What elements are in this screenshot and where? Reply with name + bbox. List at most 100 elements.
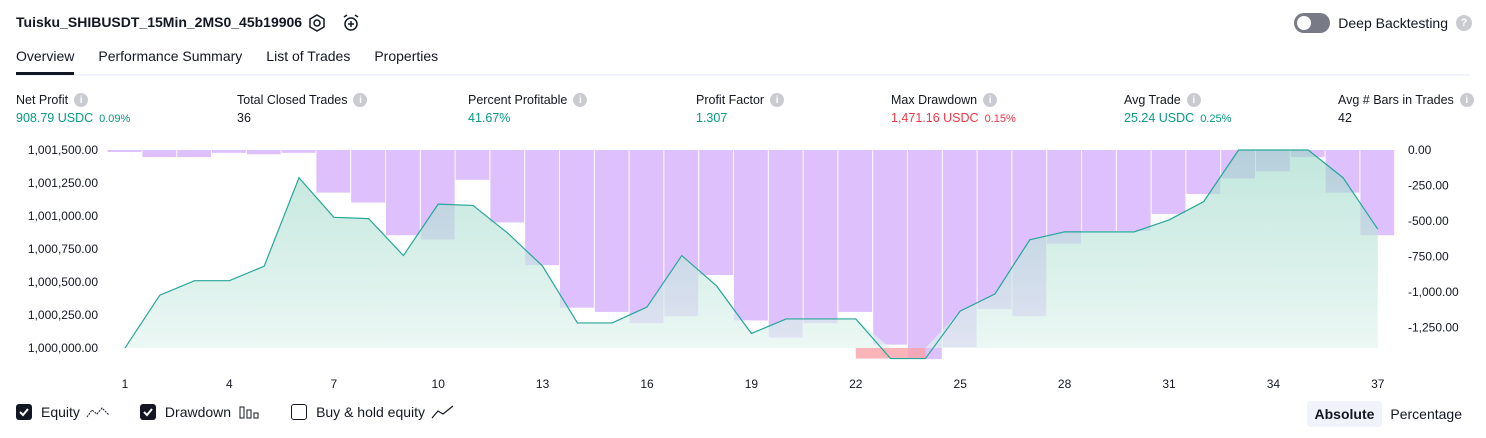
metric-percent: 0.25% bbox=[1200, 113, 1232, 125]
metric-value: 41.67% bbox=[468, 111, 511, 125]
drawdown-bar bbox=[177, 150, 211, 158]
strategy-title: Tuisku_SHIBUSDT_15Min_2MS0_45b19906 bbox=[16, 14, 303, 30]
deep-backtesting-label: Deep Backtesting bbox=[1338, 15, 1448, 31]
x-axis-tick: 28 bbox=[1058, 377, 1072, 391]
tab-bar: Overview Performance Summary List of Tra… bbox=[16, 42, 1470, 76]
equity-loss-area bbox=[890, 348, 926, 359]
drawdown-bar bbox=[212, 150, 246, 153]
drawdown-bar bbox=[699, 150, 733, 275]
x-axis-tick: 31 bbox=[1162, 377, 1176, 391]
left-axis-tick: 1,001,250.00 bbox=[28, 176, 98, 190]
metric-percent: 0.15% bbox=[984, 113, 1016, 125]
legend-buy-hold[interactable]: Buy & hold equity bbox=[291, 404, 455, 420]
metric-value: 1,471.16 USDC bbox=[891, 111, 979, 125]
metric-net-profit: Net Profit i 908.79 USDC 0.09% bbox=[16, 93, 130, 125]
metric-value: 36 bbox=[237, 111, 251, 125]
drawdown-bar bbox=[768, 150, 803, 338]
left-axis-tick: 1,000,500.00 bbox=[28, 275, 98, 289]
drawdown-bar bbox=[908, 150, 942, 359]
drawdown-bar bbox=[594, 150, 629, 312]
equity-drawdown-chart: 1,001,500.00 1,001,250.00 1,001,000.00 1,00… bbox=[28, 143, 1459, 391]
help-icon[interactable]: i bbox=[74, 93, 89, 107]
percentage-button[interactable]: Percentage bbox=[1382, 401, 1470, 427]
metric-profit-factor: Profit Factor i 1.307 bbox=[696, 93, 785, 125]
drawdown-bar bbox=[1047, 150, 1081, 244]
x-axis-tick: 22 bbox=[849, 377, 863, 391]
legend-drawdown-label: Drawdown bbox=[164, 404, 232, 420]
drawdown-bar bbox=[490, 150, 525, 223]
tab-list-of-trades[interactable]: List of Trades bbox=[266, 42, 350, 72]
drawdown-bar bbox=[246, 150, 281, 155]
legend-buy-hold-label: Buy & hold equity bbox=[316, 404, 426, 420]
right-axis-tick: -1,250.00 bbox=[1408, 321, 1459, 335]
drawdown-bar bbox=[734, 150, 768, 321]
help-icon[interactable]: i bbox=[1459, 93, 1474, 107]
x-axis-tick: 10 bbox=[432, 377, 446, 391]
drawdown-bar bbox=[386, 150, 420, 236]
left-axis-tick: 1,000,000.00 bbox=[28, 341, 98, 355]
metric-avg-trade: Avg Trade i 25.24 USDC 0.25% bbox=[1124, 93, 1231, 125]
right-axis-tick: -1,000.00 bbox=[1408, 285, 1459, 299]
x-axis-tick: 16 bbox=[640, 377, 654, 391]
legend-equity-label: Equity bbox=[41, 404, 80, 420]
tab-performance-summary[interactable]: Performance Summary bbox=[98, 42, 242, 72]
drawdown-bar bbox=[1082, 150, 1116, 231]
right-axis-tick: -250.00 bbox=[1408, 179, 1449, 193]
metric-percent: 0.09% bbox=[99, 113, 131, 125]
settings-icon[interactable] bbox=[307, 13, 327, 33]
drawdown-checkbox[interactable] bbox=[139, 404, 156, 420]
metric-label: Avg # Bars in Trades bbox=[1338, 93, 1454, 107]
drawdown-bar bbox=[838, 150, 873, 312]
metric-label: Percent Profitable bbox=[468, 93, 568, 107]
deep-backtesting-toggle[interactable] bbox=[1294, 13, 1331, 33]
drawdown-bar bbox=[351, 150, 385, 203]
left-axis-tick: 1,001,000.00 bbox=[28, 209, 98, 223]
x-axis-tick: 19 bbox=[745, 377, 759, 391]
drawdown-bar bbox=[525, 150, 559, 266]
x-axis-tick: 1 bbox=[122, 377, 129, 391]
help-icon[interactable]: i bbox=[1186, 93, 1201, 107]
legend-drawdown[interactable]: Drawdown bbox=[139, 404, 261, 420]
metric-label: Total Closed Trades bbox=[237, 93, 348, 107]
metric-total-closed-trades: Total Closed Trades i 36 bbox=[237, 93, 368, 125]
metric-value: 42 bbox=[1338, 111, 1352, 125]
x-axis-tick: 37 bbox=[1371, 377, 1385, 391]
metric-max-drawdown: Max Drawdown i 1,471.16 USDC 0.15% bbox=[891, 93, 1016, 125]
x-axis-tick: 34 bbox=[1267, 377, 1281, 391]
metric-value: 1.307 bbox=[696, 111, 728, 125]
help-icon[interactable]: i bbox=[573, 93, 588, 107]
buy-hold-line-icon bbox=[431, 405, 454, 419]
drawdown-bar bbox=[142, 150, 177, 158]
tab-properties[interactable]: Properties bbox=[374, 42, 438, 72]
drawdown-bar bbox=[1151, 150, 1186, 214]
drawdown-bar bbox=[1116, 150, 1151, 231]
drawdown-bar bbox=[803, 150, 838, 324]
tab-overview[interactable]: Overview bbox=[16, 42, 75, 75]
x-axis-tick: 25 bbox=[954, 377, 968, 391]
x-axis-tick: 7 bbox=[330, 377, 337, 391]
legend-equity[interactable]: Equity bbox=[16, 404, 110, 420]
left-axis-tick: 1,000,250.00 bbox=[28, 308, 98, 322]
metric-label: Max Drawdown bbox=[891, 93, 978, 107]
drawdown-bar bbox=[316, 150, 351, 193]
toggle-knob bbox=[1297, 16, 1312, 30]
x-axis-tick: 13 bbox=[536, 377, 550, 391]
deep-backtesting-toggle-group: Deep Backtesting ? bbox=[1294, 13, 1472, 33]
absolute-button[interactable]: Absolute bbox=[1306, 401, 1383, 427]
equity-line-icon bbox=[86, 407, 110, 418]
metric-value: 25.24 USDC bbox=[1124, 111, 1195, 125]
help-icon[interactable]: i bbox=[983, 93, 998, 107]
drawdown-bar bbox=[455, 150, 490, 180]
help-icon[interactable]: ? bbox=[1456, 15, 1472, 31]
chart-legend: Equity Drawdown Buy & hold equity bbox=[16, 404, 485, 420]
help-icon[interactable]: i bbox=[770, 93, 785, 107]
display-mode-switch: Absolute Percentage bbox=[1306, 401, 1471, 427]
metric-avg-bars-in-trades: Avg # Bars in Trades i 42 bbox=[1338, 93, 1474, 125]
equity-checkbox[interactable] bbox=[16, 404, 32, 420]
right-axis-tick: -750.00 bbox=[1408, 250, 1449, 264]
right-axis-tick: 0.00 bbox=[1408, 143, 1432, 157]
drawdown-bar bbox=[873, 150, 907, 345]
help-icon[interactable]: i bbox=[353, 93, 368, 107]
buy-hold-checkbox[interactable] bbox=[291, 404, 308, 420]
add-alert-icon[interactable] bbox=[341, 13, 361, 33]
